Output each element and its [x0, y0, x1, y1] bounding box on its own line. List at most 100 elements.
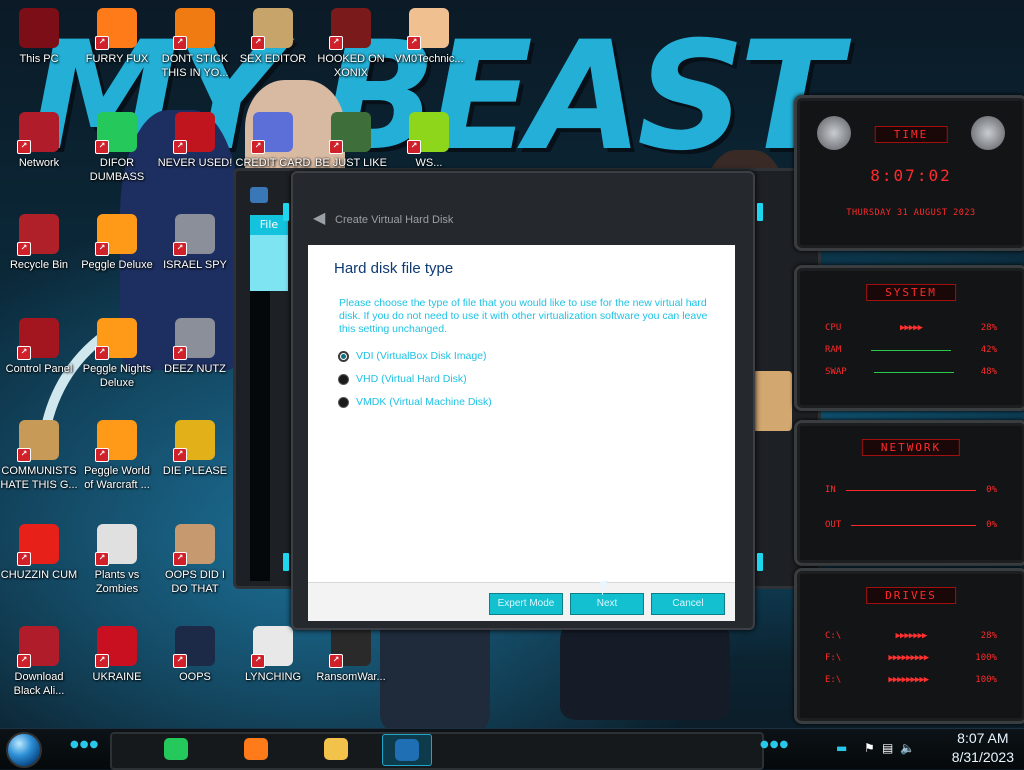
- clock-time: 8:07 AM: [957, 730, 1009, 746]
- shortcut-arrow-icon: ↗: [95, 346, 109, 360]
- desktop-icon[interactable]: ↗ Peggle Nights Deluxe: [78, 318, 156, 390]
- shortcut-arrow-icon: ↗: [17, 654, 31, 668]
- desktop-icon[interactable]: ↗ Control Panel: [0, 318, 78, 376]
- shortcut-arrow-icon: ↗: [95, 552, 109, 566]
- drive-c-value: 28%: [980, 631, 997, 641]
- taskbar-button[interactable]: [312, 734, 360, 764]
- time-gadget: TIME 8:07:02 THURSDAY 31 AUGUST 2023: [794, 95, 1024, 251]
- dialog-header: ◀ Create Virtual Hard Disk: [313, 211, 453, 227]
- dialog-footer: Expert Mode Next Cancel: [308, 582, 735, 621]
- desktop-icon[interactable]: ↗ DIE PLEASE: [156, 420, 234, 478]
- desktop-icon-label: SEX EDITOR: [239, 53, 307, 65]
- desktop-icon[interactable]: ↗ DIFOR DUMBASS: [78, 112, 156, 184]
- desktop-icon[interactable]: ↗ LYNCHING: [234, 626, 312, 684]
- file-type-option-label: VHD (Virtual Hard Disk): [356, 373, 467, 385]
- desktop-icon[interactable]: ↗ CHUZZIN CUM: [0, 524, 78, 582]
- discord-app-icon: ↗: [95, 112, 137, 154]
- shortcut-arrow-icon: ↗: [17, 448, 31, 462]
- gadget-date: THURSDAY 31 AUGUST 2023: [846, 208, 976, 218]
- system-gadget: SYSTEM CPU ▶▶▶▶▶ 28% RAM 42% SWAP 48%: [794, 265, 1024, 411]
- flag-icon[interactable]: ⚑: [864, 741, 875, 755]
- desktop-icon[interactable]: ↗ RansomWar...: [312, 626, 390, 684]
- tools-icon[interactable]: [250, 235, 288, 291]
- vm-list-panel: [250, 291, 270, 581]
- radio-button[interactable]: [338, 373, 349, 385]
- taskbar-accent: ●●●: [760, 739, 790, 750]
- drives-gadget: DRIVES C:\ ▶▶▶▶▶▶▶ 28% F:\ ▶▶▶▶▶▶▶▶▶ 100% E:…: [794, 568, 1024, 724]
- desktop-icon-label: FURRY FUX: [85, 53, 149, 65]
- desktop-icon[interactable]: ↗ Network: [0, 112, 78, 170]
- taskbar-button[interactable]: [152, 734, 200, 764]
- swap-meter: [873, 371, 954, 373]
- desktop-icon[interactable]: ↗ ISRAEL SPY: [156, 214, 234, 272]
- desktop-icon[interactable]: ↗ BE JUST LIKE: [312, 112, 390, 170]
- desktop-icon[interactable]: ↗ OOPS: [156, 626, 234, 684]
- radio-button[interactable]: [338, 350, 349, 362]
- drive-c-meter: ▶▶▶▶▶▶▶: [895, 631, 928, 641]
- file-type-option[interactable]: VHD (Virtual Hard Disk): [338, 373, 467, 385]
- desktop-icon-label: LYNCHING: [244, 671, 302, 683]
- desktop-icon[interactable]: ↗ SEX EDITOR: [234, 8, 312, 66]
- cpu-value: 28%: [980, 323, 997, 333]
- desktop-icon-label: CHUZZIN CUM: [0, 569, 78, 581]
- taskbar-button[interactable]: [232, 734, 280, 764]
- shortcut-arrow-icon: ↗: [329, 140, 343, 154]
- back-arrow-icon[interactable]: ◀: [313, 211, 327, 227]
- next-button[interactable]: Next: [570, 593, 644, 615]
- desktop-icon[interactable]: ↗ NEVER USED!: [156, 112, 234, 170]
- page-description: Please choose the type of file that you …: [339, 297, 708, 335]
- start-orb-button[interactable]: [6, 732, 42, 768]
- cpu-label: CPU: [825, 323, 842, 333]
- shortcut-arrow-icon: ↗: [173, 242, 187, 256]
- drives-gadget-title: DRIVES: [866, 587, 956, 604]
- taskbar-button[interactable]: [382, 734, 432, 766]
- desktop-icon-label: NEVER USED!: [157, 157, 233, 169]
- skull-icon: ↗: [329, 626, 371, 668]
- file-type-option[interactable]: VMDK (Virtual Machine Disk): [338, 396, 492, 408]
- desktop-icon[interactable]: ↗ Download Black Ali...: [0, 626, 78, 698]
- desktop-icon[interactable]: ↗ FURRY FUX: [78, 8, 156, 66]
- file-type-option-label: VDI (VirtualBox Disk Image): [356, 350, 487, 362]
- desktop-icon[interactable]: ↗ Plants vs Zombies: [78, 524, 156, 596]
- swap-value: 48%: [980, 367, 997, 377]
- plants-vs-zombies-icon: ↗: [95, 524, 137, 566]
- drive-c-label: C:\: [825, 631, 842, 641]
- desktop-icon[interactable]: ↗ DEEZ NUTZ: [156, 318, 234, 376]
- file-type-option[interactable]: VDI (VirtualBox Disk Image): [338, 350, 487, 362]
- net-out-label: OUT: [825, 520, 842, 530]
- network-status-icon[interactable]: ▤: [882, 741, 893, 755]
- net-in-label: IN: [825, 485, 836, 495]
- window-frame-accent: [757, 203, 763, 221]
- alien-logo-icon: [971, 116, 1005, 150]
- radio-button[interactable]: [338, 396, 349, 408]
- shortcut-arrow-icon: ↗: [251, 654, 265, 668]
- cancel-button[interactable]: Cancel: [651, 593, 725, 615]
- taskbar-clock[interactable]: 8:07 AM 8/31/2023: [952, 729, 1014, 767]
- dialog-content-panel: Hard disk file type Please choose the ty…: [308, 245, 735, 582]
- desktop-icon[interactable]: ↗ Peggle World of Warcraft ...: [78, 420, 156, 492]
- taskbar-app-strip: [110, 732, 764, 770]
- swap-label: SWAP: [825, 367, 847, 377]
- desktop-icon-label: UKRAINE: [92, 671, 142, 683]
- shortcut-arrow-icon: ↗: [95, 242, 109, 256]
- time-gadget-title: TIME: [874, 126, 948, 143]
- shortcut-arrow-icon: ↗: [17, 346, 31, 360]
- desktop-icon[interactable]: ↗ WS...: [390, 112, 468, 170]
- desktop-icon[interactable]: ↗ COMMUNISTS HATE THIS G...: [0, 420, 78, 492]
- desktop-icon[interactable]: ↗ VM0Technic...: [390, 8, 468, 66]
- desktop-icon[interactable]: ↗ UKRAINE: [78, 626, 156, 684]
- desktop-icon[interactable]: ↗ OOPS DID I DO THAT: [156, 524, 234, 596]
- desktop-icon[interactable]: This PC: [0, 8, 78, 66]
- desktop-icon-label: DONT STICK THIS IN YO...: [161, 53, 229, 79]
- desktop-icon[interactable]: ↗ HOOKED ON XONIX: [312, 8, 390, 80]
- cpu-meter: ▶▶▶▶▶: [899, 323, 923, 333]
- desktop-icon[interactable]: ↗ DONT STICK THIS IN YO...: [156, 8, 234, 80]
- shortcut-arrow-icon: ↗: [173, 140, 187, 154]
- tray-accent-icon: ▬: [836, 741, 848, 755]
- desktop-icon[interactable]: ↗ Recycle Bin: [0, 214, 78, 272]
- gadget-clock: 8:07:02: [870, 166, 952, 185]
- expert-mode-button[interactable]: Expert Mode: [489, 593, 563, 615]
- desktop-icon[interactable]: ↗ Peggle Deluxe: [78, 214, 156, 272]
- shortcut-arrow-icon: ↗: [173, 552, 187, 566]
- volume-icon[interactable]: 🔈: [900, 741, 915, 755]
